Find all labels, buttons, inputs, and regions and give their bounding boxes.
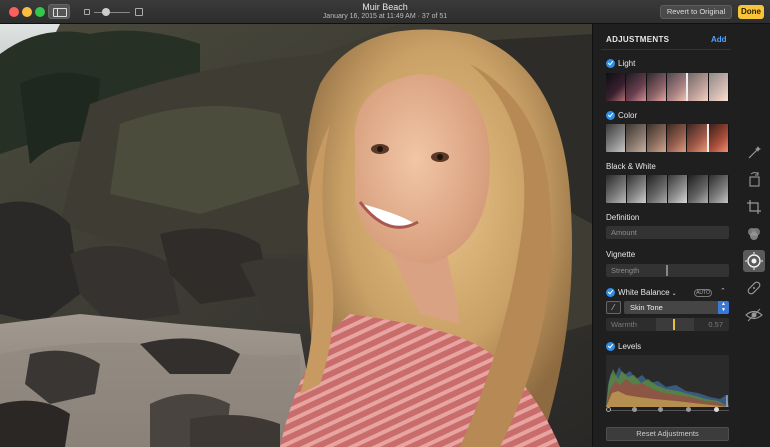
white-balance-mode-value: Skin Tone bbox=[630, 303, 663, 312]
retouch-icon[interactable] bbox=[743, 277, 765, 299]
zoom-slider[interactable] bbox=[94, 12, 130, 13]
portrait-photo bbox=[0, 24, 592, 447]
vignette-strength-label: Strength bbox=[611, 266, 640, 275]
light-thumbnail-strip[interactable] bbox=[606, 73, 729, 101]
minimize-window-button[interactable] bbox=[22, 7, 32, 17]
photo-canvas[interactable] bbox=[0, 24, 592, 447]
crop-icon[interactable] bbox=[743, 196, 765, 218]
magic-wand-icon[interactable] bbox=[743, 142, 765, 164]
vignette-label: Vignette bbox=[606, 250, 636, 259]
white-balance-label[interactable]: White Balance ⌄ bbox=[618, 288, 677, 297]
color-label[interactable]: Color bbox=[618, 111, 637, 120]
levels-label[interactable]: Levels bbox=[618, 342, 641, 351]
sidebar-toggle-icon[interactable] bbox=[48, 4, 70, 19]
warmth-label: Warmth bbox=[611, 320, 637, 329]
divider bbox=[601, 49, 731, 50]
edit-tools-toolbar bbox=[738, 24, 770, 447]
close-window-button[interactable] bbox=[9, 7, 19, 17]
levels-black-handle[interactable] bbox=[606, 407, 611, 412]
black-white-label[interactable]: Black & White bbox=[606, 162, 656, 171]
white-balance-text: White Balance bbox=[618, 288, 670, 297]
auto-button[interactable]: AUTO bbox=[694, 289, 712, 297]
warmth-value: 0.57 bbox=[708, 320, 723, 329]
levels-white-handle[interactable] bbox=[714, 407, 719, 412]
vignette-strength-slider[interactable]: Strength bbox=[606, 264, 729, 277]
light-label[interactable]: Light bbox=[618, 59, 635, 68]
adjust-icon[interactable] bbox=[743, 250, 765, 272]
levels-shadows-handle[interactable] bbox=[632, 407, 637, 412]
adjustments-heading: ADJUSTMENTS bbox=[606, 35, 670, 44]
warmth-track[interactable] bbox=[656, 318, 694, 331]
red-eye-icon[interactable] bbox=[743, 304, 765, 326]
zoom-in-icon[interactable] bbox=[135, 8, 143, 16]
done-button[interactable]: Done bbox=[738, 5, 764, 19]
levels-enabled-checkbox[interactable] bbox=[606, 342, 615, 351]
adjustments-panel: ADJUSTMENTS Add Light Color Black & Whit… bbox=[592, 24, 738, 447]
eyedropper-icon[interactable]: ⁄ bbox=[606, 301, 621, 314]
window-subtitle: January 16, 2015 at 11:49 AM · 37 of 51 bbox=[322, 13, 448, 20]
vignette-slider-knob[interactable] bbox=[666, 265, 668, 276]
color-enabled-checkbox[interactable] bbox=[606, 111, 615, 120]
definition-label: Definition bbox=[606, 213, 640, 222]
select-arrows-icon: ▲ ▼ bbox=[718, 301, 729, 314]
white-balance-enabled-checkbox[interactable] bbox=[606, 288, 615, 297]
definition-amount-label: Amount bbox=[611, 228, 637, 237]
warmth-knob[interactable] bbox=[673, 319, 675, 330]
levels-histogram[interactable] bbox=[606, 355, 729, 407]
white-balance-mode-select[interactable]: Skin Tone ▲ ▼ bbox=[624, 301, 729, 314]
reset-adjustments-button[interactable]: Reset Adjustments bbox=[606, 427, 729, 441]
zoom-slider-knob[interactable] bbox=[102, 8, 110, 16]
levels-highlights-handle[interactable] bbox=[686, 407, 691, 412]
levels-midtones-handle[interactable] bbox=[658, 407, 663, 412]
chevron-down-icon: ⌄ bbox=[671, 291, 677, 297]
revert-to-original-button[interactable]: Revert to Original bbox=[660, 5, 732, 19]
light-enabled-checkbox[interactable] bbox=[606, 59, 615, 68]
color-thumbnail-strip[interactable] bbox=[606, 124, 729, 152]
filters-icon[interactable] bbox=[743, 223, 765, 245]
rotate-icon[interactable] bbox=[743, 169, 765, 191]
levels-slider-track[interactable] bbox=[606, 410, 729, 411]
add-adjustment-button[interactable]: Add bbox=[711, 35, 727, 44]
window-title: Muir Beach bbox=[362, 2, 408, 12]
title-bar: Muir Beach January 16, 2015 at 11:49 AM … bbox=[0, 0, 770, 24]
fullscreen-window-button[interactable] bbox=[35, 7, 45, 17]
black-white-thumbnail-strip[interactable] bbox=[606, 175, 729, 203]
histogram-graph bbox=[606, 367, 729, 407]
collapse-chevron-icon[interactable]: ⌃ bbox=[720, 287, 726, 295]
definition-amount-slider[interactable]: Amount bbox=[606, 226, 729, 239]
warmth-slider[interactable]: Warmth 0.57 bbox=[606, 318, 729, 331]
zoom-out-icon[interactable] bbox=[84, 9, 90, 15]
